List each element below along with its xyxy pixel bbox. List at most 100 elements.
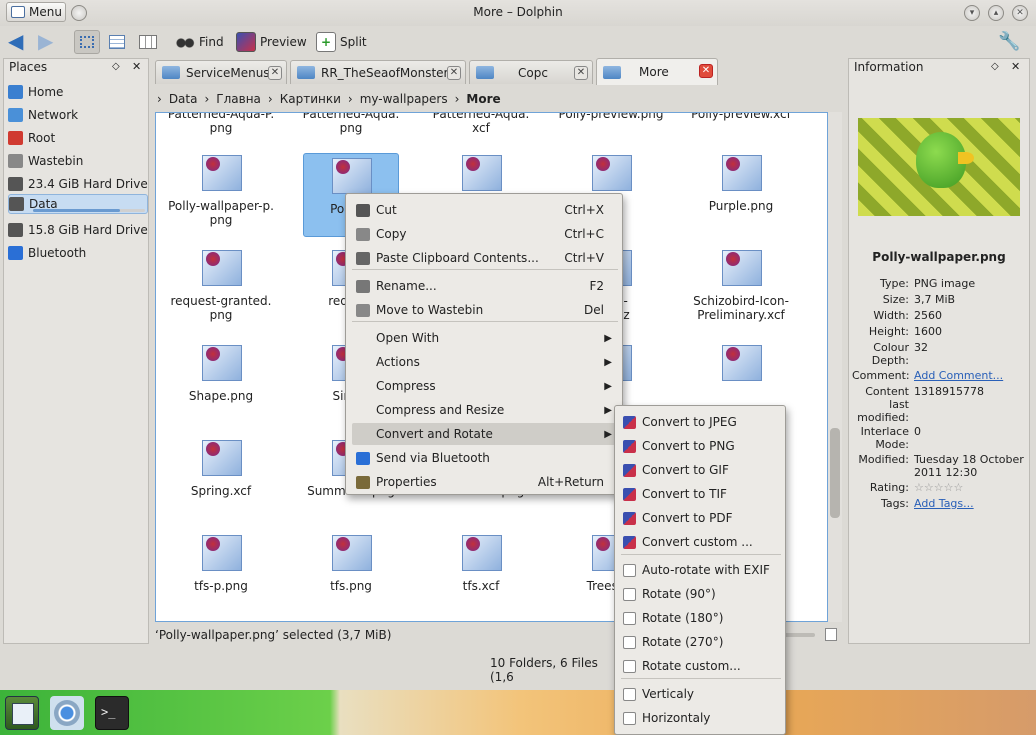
close-tab-icon[interactable]: ✕ bbox=[268, 66, 282, 80]
taskbar-browser[interactable] bbox=[50, 696, 84, 730]
file-item[interactable]: tfs.png bbox=[286, 533, 416, 593]
file-item[interactable]: Patterned-Aqua-P. png bbox=[156, 113, 286, 135]
submenu-item-label: Auto-rotate with EXIF bbox=[642, 563, 770, 577]
breadcrumb-item[interactable]: Картинки bbox=[280, 92, 341, 106]
info-close-button[interactable]: ✕ bbox=[1011, 60, 1020, 73]
submenu-item-convert-to-tif[interactable]: Convert to TIF bbox=[621, 483, 781, 505]
vertical-scrollbar[interactable] bbox=[828, 112, 842, 622]
file-item[interactable]: Spring.xcf bbox=[156, 438, 286, 498]
file-item[interactable]: Patterned-Aqua. png bbox=[286, 113, 416, 135]
file-name: Polly-preview.png bbox=[558, 112, 664, 121]
places-close-button[interactable]: ✕ bbox=[132, 60, 141, 73]
file-item[interactable]: tfs-p.png bbox=[156, 533, 286, 593]
submenu-item-horizontaly[interactable]: Horizontaly bbox=[621, 707, 781, 729]
icons-view-button[interactable] bbox=[74, 30, 100, 54]
submenu-arrow-icon: ▶ bbox=[604, 380, 612, 392]
menu-item-actions[interactable]: Actions ▶ bbox=[352, 351, 618, 373]
close-tab-icon[interactable]: ✕ bbox=[574, 66, 588, 80]
sidebar-item-23-4-gib-hard-drive[interactable]: 23.4 GiB Hard Drive bbox=[8, 173, 148, 195]
forward-button[interactable]: ▶ bbox=[38, 31, 53, 51]
sidebar-item-15-8-gib-hard-drive[interactable]: 15.8 GiB Hard Drive bbox=[8, 219, 148, 241]
maximize-button[interactable]: ▴ bbox=[988, 5, 1004, 21]
file-item[interactable]: tfs.xcf bbox=[416, 533, 546, 593]
image-convert-icon bbox=[623, 535, 636, 549]
taskbar-terminal[interactable]: >_ bbox=[95, 696, 129, 730]
sidebar-item-wastebin[interactable]: Wastebin bbox=[8, 150, 148, 172]
split-button[interactable]: + Split bbox=[316, 29, 367, 55]
submenu-item-convert-custom[interactable]: Convert custom ... bbox=[621, 531, 781, 553]
sidebar-item-bluetooth[interactable]: Bluetooth bbox=[8, 242, 148, 264]
info-key: Width: bbox=[873, 309, 909, 322]
info-key: Tags: bbox=[880, 497, 909, 510]
title-bar: Menu More – Dolphin ▾ ▴ ✕ bbox=[0, 0, 1036, 26]
menu-item-label: Properties bbox=[376, 475, 437, 489]
menu-item-move-to-wastebin[interactable]: Move to Wastebin Del bbox=[352, 299, 618, 321]
tab-more[interactable]: More ✕ bbox=[596, 58, 718, 85]
menu-item-send-via-bluetooth[interactable]: Send via Bluetooth bbox=[352, 447, 618, 469]
menu-item-cut[interactable]: Cut Ctrl+X bbox=[352, 199, 618, 221]
file-item[interactable]: request-granted. png bbox=[156, 248, 286, 322]
file-item[interactable]: Purple.png bbox=[676, 153, 806, 213]
submenu-item-convert-to-png[interactable]: Convert to PNG bbox=[621, 435, 781, 457]
file-item[interactable]: Polly-preview.png bbox=[546, 112, 676, 121]
find-button[interactable]: Find bbox=[175, 29, 224, 55]
sidebar-item-data[interactable]: Data bbox=[8, 194, 148, 214]
info-value[interactable]: Add Tags... bbox=[914, 497, 1024, 510]
breadcrumb-item[interactable]: Главна bbox=[216, 92, 261, 106]
submenu-item-rotate-180[interactable]: Rotate (180°) bbox=[621, 607, 781, 629]
breadcrumb-current[interactable]: More bbox=[466, 92, 500, 106]
submenu-item-rotate-custom[interactable]: Rotate custom... bbox=[621, 655, 781, 677]
tab-servicemenus[interactable]: ServiceMenus ✕ bbox=[155, 60, 287, 84]
menu-item-compress[interactable]: Compress ▶ bbox=[352, 375, 618, 397]
close-tab-icon[interactable]: ✕ bbox=[699, 64, 713, 78]
info-key: Type: bbox=[880, 277, 909, 290]
menu-item-paste-clipboard-contents[interactable]: Paste Clipboard Contents... Ctrl+V bbox=[352, 247, 618, 269]
back-button[interactable]: ◀ bbox=[8, 31, 23, 51]
columns-view-button[interactable] bbox=[136, 32, 158, 52]
sidebar-item-root[interactable]: Root bbox=[8, 127, 148, 149]
preview-button[interactable]: Preview bbox=[236, 29, 307, 55]
info-float-button[interactable]: ◇ bbox=[991, 61, 999, 72]
submenu-item-rotate-90[interactable]: Rotate (90°) bbox=[621, 583, 781, 605]
file-item[interactable]: Patterned-Aqua. xcf bbox=[416, 113, 546, 135]
scrollbar-thumb[interactable] bbox=[830, 428, 840, 518]
places-float-button[interactable]: ◇ bbox=[112, 61, 120, 72]
tab-sors[interactable]: Сорс ✕ bbox=[469, 60, 593, 84]
folder-icon bbox=[297, 66, 315, 79]
sidebar-item-network[interactable]: Network bbox=[8, 104, 148, 126]
menu-item-compress-and-resize[interactable]: Compress and Resize ▶ bbox=[352, 399, 618, 421]
file-item[interactable]: Polly-wallpaper-p. png bbox=[156, 153, 286, 227]
taskbar-launcher[interactable] bbox=[5, 696, 39, 730]
tab-rr-theseaofmonster[interactable]: RR_TheSeaofMonster ✕ bbox=[290, 60, 466, 84]
file-item[interactable]: Schizobird-Icon- Preliminary.xcf bbox=[676, 248, 806, 322]
file-item[interactable] bbox=[676, 343, 806, 389]
menu-separator bbox=[621, 678, 781, 679]
file-item[interactable]: Polly-preview.xcf bbox=[676, 113, 806, 121]
submenu-item-convert-to-jpeg[interactable]: Convert to JPEG bbox=[621, 411, 781, 433]
submenu-item-convert-to-pdf[interactable]: Convert to PDF bbox=[621, 507, 781, 529]
details-view-button[interactable] bbox=[106, 32, 128, 52]
breadcrumb-item[interactable]: my-wallpapers bbox=[360, 92, 448, 106]
menu-item-properties[interactable]: Properties Alt+Return bbox=[352, 471, 618, 493]
menu-item-open-with[interactable]: Open With ▶ bbox=[352, 327, 618, 349]
file-item[interactable]: Shape.png bbox=[156, 343, 286, 403]
submenu-item-convert-to-gif[interactable]: Convert to GIF bbox=[621, 459, 781, 481]
submenu-item-rotate-270[interactable]: Rotate (270°) bbox=[621, 631, 781, 653]
minimize-button[interactable]: ▾ bbox=[964, 5, 980, 21]
info-value[interactable]: Add Comment... bbox=[914, 369, 1024, 382]
breadcrumb-item[interactable]: Data bbox=[169, 92, 198, 106]
submenu-item-verticaly[interactable]: Verticaly bbox=[621, 683, 781, 705]
configure-button[interactable]: 🔧 bbox=[998, 31, 1020, 52]
info-key: Modified: bbox=[858, 453, 909, 466]
close-window-button[interactable]: ✕ bbox=[1012, 5, 1028, 21]
image-file-icon bbox=[458, 153, 504, 193]
info-key: Rating: bbox=[869, 481, 909, 494]
sidebar-item-home[interactable]: Home bbox=[8, 81, 148, 103]
menu-item-rename[interactable]: Rename... F2 bbox=[352, 275, 618, 297]
info-value[interactable]: ☆☆☆☆☆ bbox=[914, 481, 1024, 494]
menu-item-copy[interactable]: Copy Ctrl+C bbox=[352, 223, 618, 245]
close-tab-icon[interactable]: ✕ bbox=[447, 66, 461, 80]
submenu-item-auto-rotate-with-exif[interactable]: Auto-rotate with EXIF bbox=[621, 559, 781, 581]
breadcrumb-separator: › bbox=[454, 92, 460, 106]
menu-item-convert-and-rotate[interactable]: Convert and Rotate ▶ bbox=[352, 423, 618, 445]
